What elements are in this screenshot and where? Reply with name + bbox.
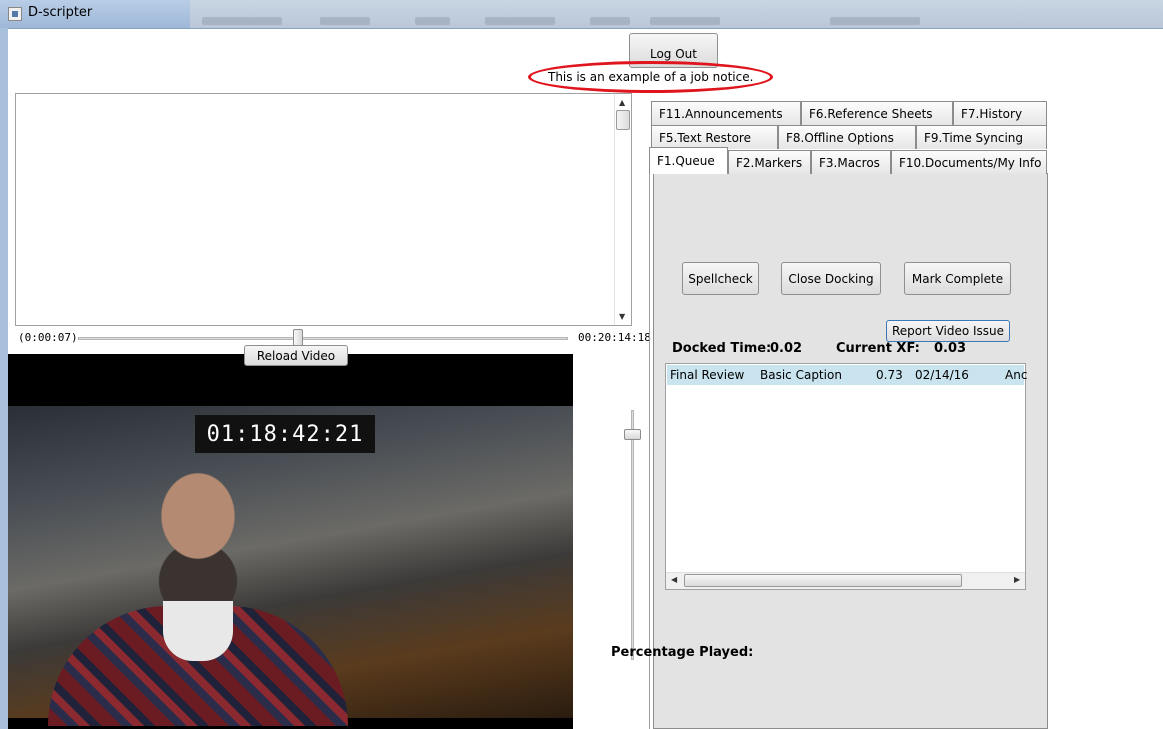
tab-documents-my-info[interactable]: F10.Documents/My Info: [891, 150, 1047, 174]
queue-list[interactable]: [665, 363, 1026, 590]
video-subject-collar: [163, 601, 233, 661]
vertical-slider-thumb[interactable]: [624, 429, 641, 440]
video-player[interactable]: [8, 354, 573, 729]
tab-history[interactable]: F7.History: [953, 101, 1047, 125]
scroll-right-icon[interactable]: ▶: [1014, 575, 1020, 584]
window-frame: [0, 28, 8, 729]
current-xf-label: Current XF:: [836, 341, 920, 356]
docked-time-label: Docked Time:: [672, 341, 772, 356]
app-icon: [8, 7, 22, 21]
row-value: 0.73: [876, 368, 903, 382]
close-docking-button[interactable]: Close Docking: [781, 262, 881, 295]
tab-text-restore[interactable]: F5.Text Restore: [651, 125, 778, 149]
tab-reference-sheets[interactable]: F6.Reference Sheets: [801, 101, 953, 125]
current-xf-value: 0.03: [934, 341, 967, 356]
mark-complete-button[interactable]: Mark Complete: [904, 262, 1011, 295]
tab-time-syncing[interactable]: F9.Time Syncing: [916, 125, 1047, 149]
reload-video-button[interactable]: Reload Video: [244, 345, 348, 366]
timeline-slider-thumb[interactable]: [293, 329, 303, 346]
percentage-played-label: Percentage Played:: [611, 645, 754, 660]
time-total: 00:20:14:18: [578, 331, 651, 344]
tab-markers[interactable]: F2.Markers: [728, 150, 811, 174]
scroll-down-icon[interactable]: ▼: [619, 312, 625, 321]
scroll-left-icon[interactable]: ◀: [671, 575, 677, 584]
tab-announcements[interactable]: F11.Announcements: [651, 101, 801, 125]
tab-queue[interactable]: F1.Queue: [649, 147, 728, 174]
row-type: Basic Caption: [760, 368, 842, 382]
vertical-slider[interactable]: [631, 410, 634, 660]
table-row[interactable]: Final Review Basic Caption 0.73 02/14/16…: [667, 365, 1028, 385]
scroll-up-icon[interactable]: ▲: [619, 98, 625, 107]
row-status: Final Review: [670, 368, 745, 382]
window-title: D-scripter: [28, 5, 93, 20]
tab-offline-options[interactable]: F8.Offline Options: [778, 125, 916, 149]
editor-scroll-thumb[interactable]: [616, 110, 630, 130]
queue-hscroll-thumb[interactable]: [684, 574, 962, 587]
highlight-ellipse: [528, 61, 773, 93]
background-window-strip: [190, 0, 1163, 28]
docked-time-value: 0.02: [770, 341, 803, 356]
timeline-slider[interactable]: [78, 337, 568, 340]
video-timecode: 01:18:42:21: [195, 415, 375, 453]
spellcheck-button[interactable]: Spellcheck: [682, 262, 759, 295]
row-extra: Anc: [1005, 368, 1028, 382]
transcript-editor[interactable]: [15, 93, 632, 326]
row-date: 02/14/16: [915, 368, 969, 382]
tab-macros[interactable]: F3.Macros: [811, 150, 891, 174]
report-video-issue-button[interactable]: Report Video Issue: [886, 320, 1010, 342]
time-current: (0:00:07): [18, 331, 78, 344]
